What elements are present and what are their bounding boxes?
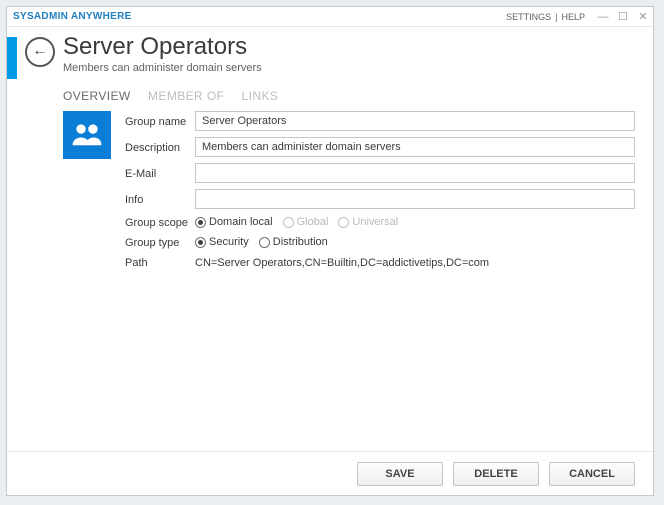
input-description[interactable] xyxy=(195,137,635,157)
minimize-button[interactable]: — xyxy=(597,11,609,23)
radio-icon xyxy=(195,237,206,248)
radio-label: Universal xyxy=(352,216,398,228)
radio-label: Domain local xyxy=(209,216,273,228)
radio-universal: Universal xyxy=(338,216,398,228)
back-arrow-icon: ← xyxy=(32,42,48,60)
help-link[interactable]: HELP xyxy=(561,12,585,22)
delete-button[interactable]: DELETE xyxy=(453,462,539,486)
row-email: E-Mail xyxy=(125,163,635,183)
radio-global: Global xyxy=(283,216,329,228)
input-info[interactable] xyxy=(195,189,635,209)
page-header: ← Server Operators Members can administe… xyxy=(7,27,653,79)
label-group-scope: Group scope xyxy=(125,215,195,229)
row-group-type: Group type Security Distribution xyxy=(125,235,635,249)
radio-distribution[interactable]: Distribution xyxy=(259,236,328,248)
input-group-name[interactable] xyxy=(195,111,635,131)
maximize-button[interactable]: ☐ xyxy=(617,11,629,23)
label-path: Path xyxy=(125,255,195,269)
cancel-button[interactable]: CANCEL xyxy=(549,462,635,486)
radio-icon xyxy=(283,217,294,228)
radio-icon xyxy=(338,217,349,228)
footer: SAVE DELETE CANCEL xyxy=(7,451,653,495)
close-button[interactable]: ✕ xyxy=(637,11,649,23)
value-path: CN=Server Operators,CN=Builtin,DC=addict… xyxy=(195,255,635,269)
accent-bar xyxy=(7,37,17,79)
page-subtitle: Members can administer domain servers xyxy=(63,62,262,74)
titles: Server Operators Members can administer … xyxy=(63,33,262,74)
row-path: Path CN=Server Operators,CN=Builtin,DC=a… xyxy=(125,255,635,269)
form: Group name Description E-Mail Info Group… xyxy=(125,111,635,451)
toplink-sep: | xyxy=(555,12,557,22)
tab-overview[interactable]: OVERVIEW xyxy=(63,89,131,103)
page-title: Server Operators xyxy=(63,33,262,61)
radio-security[interactable]: Security xyxy=(195,236,249,248)
label-description: Description xyxy=(125,140,195,154)
content-area: Group name Description E-Mail Info Group… xyxy=(7,111,653,451)
radio-icon xyxy=(195,217,206,228)
input-email[interactable] xyxy=(195,163,635,183)
row-group-name: Group name xyxy=(125,111,635,131)
label-email: E-Mail xyxy=(125,166,195,180)
label-info: Info xyxy=(125,192,195,206)
radio-label: Security xyxy=(209,236,249,248)
settings-link[interactable]: SETTINGS xyxy=(506,12,551,22)
tab-member-of[interactable]: MEMBER OF xyxy=(148,89,224,103)
window-controls: — ☐ ✕ xyxy=(597,11,649,23)
title-bar: SYSADMIN ANYWHERE SETTINGS | HELP — ☐ ✕ xyxy=(7,7,653,27)
row-info: Info xyxy=(125,189,635,209)
users-icon xyxy=(70,118,104,152)
save-button[interactable]: SAVE xyxy=(357,462,443,486)
label-group-name: Group name xyxy=(125,114,195,128)
label-group-type: Group type xyxy=(125,235,195,249)
group-icon xyxy=(63,111,111,159)
row-group-scope: Group scope Domain local Global Universa… xyxy=(125,215,635,229)
tab-links[interactable]: LINKS xyxy=(242,89,279,103)
app-window: SYSADMIN ANYWHERE SETTINGS | HELP — ☐ ✕ … xyxy=(6,6,654,496)
radio-icon xyxy=(259,237,270,248)
radio-label: Global xyxy=(297,216,329,228)
radio-domain-local[interactable]: Domain local xyxy=(195,216,273,228)
back-button[interactable]: ← xyxy=(25,37,55,67)
row-description: Description xyxy=(125,137,635,157)
app-brand: SYSADMIN ANYWHERE xyxy=(13,11,132,22)
tab-bar: OVERVIEW MEMBER OF LINKS xyxy=(63,89,653,103)
radio-label: Distribution xyxy=(273,236,328,248)
